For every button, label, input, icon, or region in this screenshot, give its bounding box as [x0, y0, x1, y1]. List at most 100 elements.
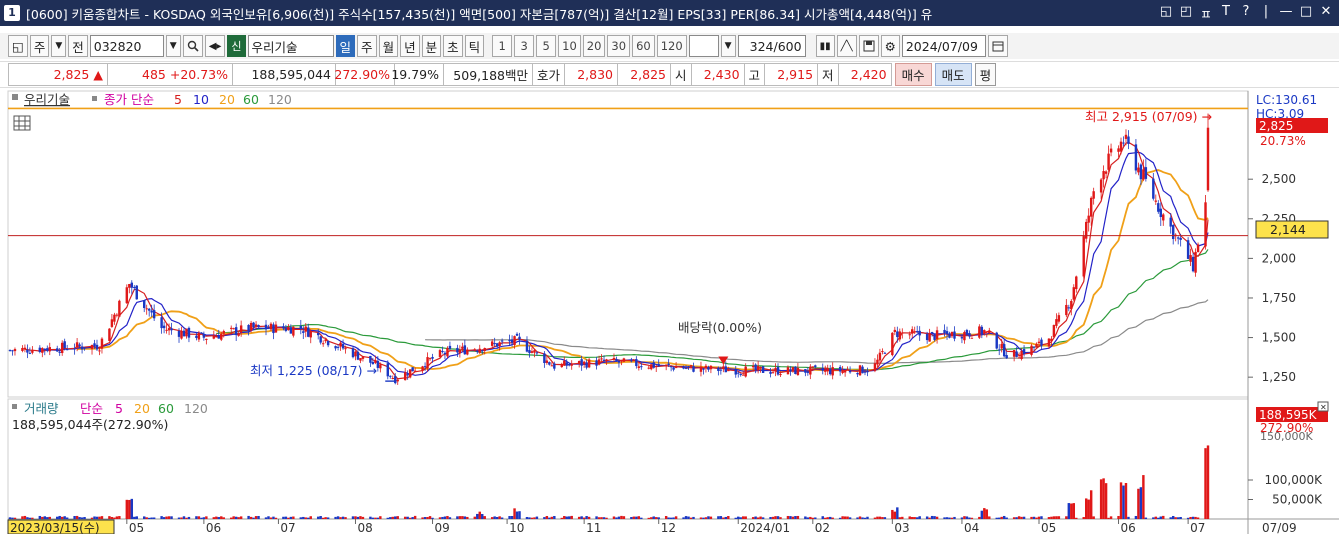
calendar-icon[interactable] [987, 35, 1008, 57]
candle-body [617, 361, 621, 363]
window-restore-icon[interactable]: ◱ [1159, 4, 1173, 23]
candle-body [1137, 167, 1140, 173]
volume-bar [963, 516, 966, 519]
candle-settings-icon[interactable]: ▮▮ [815, 35, 835, 57]
volume-legend-type[interactable]: 단순 [80, 401, 103, 416]
volume-bar [1194, 516, 1197, 519]
legend-ma20[interactable]: 20 [219, 92, 235, 107]
buy-button[interactable]: 매수 [894, 63, 932, 86]
candle-body [878, 352, 882, 361]
candle-body [1162, 214, 1165, 221]
volume-legend-ma5[interactable]: 5 [115, 401, 123, 416]
candle-body [284, 328, 288, 331]
date-input[interactable]: 2024/07/09 [901, 35, 986, 57]
candle-body [978, 326, 981, 338]
volume-bar [46, 517, 49, 519]
legend-ma10[interactable]: 10 [193, 92, 209, 107]
speaker-icon[interactable]: ◀▸ [204, 35, 226, 57]
volume-bar [160, 516, 163, 519]
interval-3[interactable]: 3 [514, 35, 535, 57]
pin-icon[interactable]: ㅍ [1199, 4, 1213, 23]
text-icon[interactable]: T [1219, 4, 1233, 23]
candle-body [48, 347, 51, 352]
volume-bar [915, 517, 919, 519]
count-display[interactable]: 324/600 [737, 35, 806, 57]
average-button[interactable]: 평 [974, 63, 997, 86]
candle-body [831, 367, 834, 376]
legend-stock-name[interactable]: 우리기술 [24, 92, 70, 107]
interval-dropdown-icon[interactable]: ▼ [720, 35, 736, 57]
legend-ma-type[interactable]: 종가 단순 [104, 92, 154, 107]
gear-icon[interactable]: ⚙ [880, 35, 900, 57]
candle-body [970, 337, 974, 339]
candle-body [687, 366, 690, 368]
volume-bar [73, 516, 76, 519]
candle-body [704, 365, 708, 369]
help-icon[interactable]: ? [1239, 4, 1253, 23]
legend-ma60[interactable]: 60 [243, 92, 259, 107]
code-dropdown-icon[interactable]: ▼ [165, 35, 181, 57]
volume-bar [620, 515, 623, 519]
sell-button[interactable]: 매도 [934, 63, 972, 86]
interval-20[interactable]: 20 [582, 35, 606, 57]
interval-10[interactable]: 10 [558, 35, 581, 57]
search-icon[interactable] [182, 35, 203, 57]
volume-legend-ma20[interactable]: 20 [134, 401, 150, 416]
grid-table-icon[interactable] [13, 115, 31, 131]
candle-body [751, 365, 755, 368]
period-unit-button[interactable]: 주 [29, 35, 50, 57]
volume-bar [95, 516, 99, 519]
chart-canvas[interactable]: 2,5002,2502,0001,7501,5001,250100,000K50… [0, 88, 1339, 534]
candle-body [1191, 256, 1195, 272]
period-second-tab[interactable]: 초 [443, 35, 463, 57]
window-number-badge[interactable]: 1 [4, 5, 20, 21]
interval-30[interactable]: 30 [607, 35, 631, 57]
period-minute-tab[interactable]: 분 [421, 35, 442, 57]
period-month-tab[interactable]: 월 [378, 35, 399, 57]
candle-body [789, 369, 792, 372]
stock-name-display[interactable]: 우리기술 [247, 35, 334, 57]
candle-body [391, 378, 394, 380]
candle-body [727, 370, 730, 372]
volume-bar [769, 517, 772, 519]
stock-code-input[interactable]: 032820 [89, 35, 164, 57]
period-tick-tab[interactable]: 틱 [464, 35, 485, 57]
period-week-tab[interactable]: 주 [357, 35, 377, 57]
volume-legend-ma60[interactable]: 60 [158, 401, 174, 416]
maximize-icon[interactable]: □ [1299, 4, 1313, 23]
candle-body [476, 350, 479, 352]
period-day-tab[interactable]: 일 [335, 35, 356, 57]
legend-ma5[interactable]: 5 [174, 92, 182, 107]
volume-bar [421, 517, 424, 519]
all-button[interactable]: 전 [68, 35, 88, 57]
candle-body [165, 329, 168, 331]
volume-bar [493, 516, 496, 519]
interval-5[interactable]: 5 [536, 35, 557, 57]
candle-body [8, 349, 12, 351]
layout-icon[interactable]: ◱ [8, 35, 28, 57]
chevron-down-icon[interactable]: ▼ [51, 35, 67, 57]
candle-body [195, 335, 198, 338]
interval-60[interactable]: 60 [632, 35, 655, 57]
line-tool-icon[interactable]: ╱╲ [836, 35, 857, 57]
volume-bar [1017, 516, 1021, 519]
save-icon[interactable] [858, 35, 879, 57]
candle-body [806, 371, 810, 373]
custom-interval-input[interactable] [688, 35, 719, 57]
volume-legend-ma120[interactable]: 120 [184, 401, 208, 416]
close-icon[interactable]: ✕ [1319, 4, 1333, 23]
chart-area[interactable]: 2,500 2,250 2,000 1,750 1,500 1,250 100,000K 50… [0, 88, 1339, 534]
interval-120[interactable]: 120 [656, 35, 687, 57]
volume-legend-title[interactable]: 거래량 [24, 401, 59, 416]
volume-bar [1176, 517, 1180, 519]
volume-bar [264, 517, 268, 519]
volume-bar [80, 517, 84, 519]
volume-bar [742, 516, 745, 519]
window-tile-icon[interactable]: ◰ [1179, 4, 1193, 23]
minimize-icon[interactable]: — [1279, 4, 1293, 23]
legend-ma120[interactable]: 120 [268, 92, 292, 107]
interval-1[interactable]: 1 [492, 35, 513, 57]
candle-body [866, 370, 869, 373]
volume-bar [1134, 515, 1138, 519]
period-year-tab[interactable]: 년 [400, 35, 420, 57]
